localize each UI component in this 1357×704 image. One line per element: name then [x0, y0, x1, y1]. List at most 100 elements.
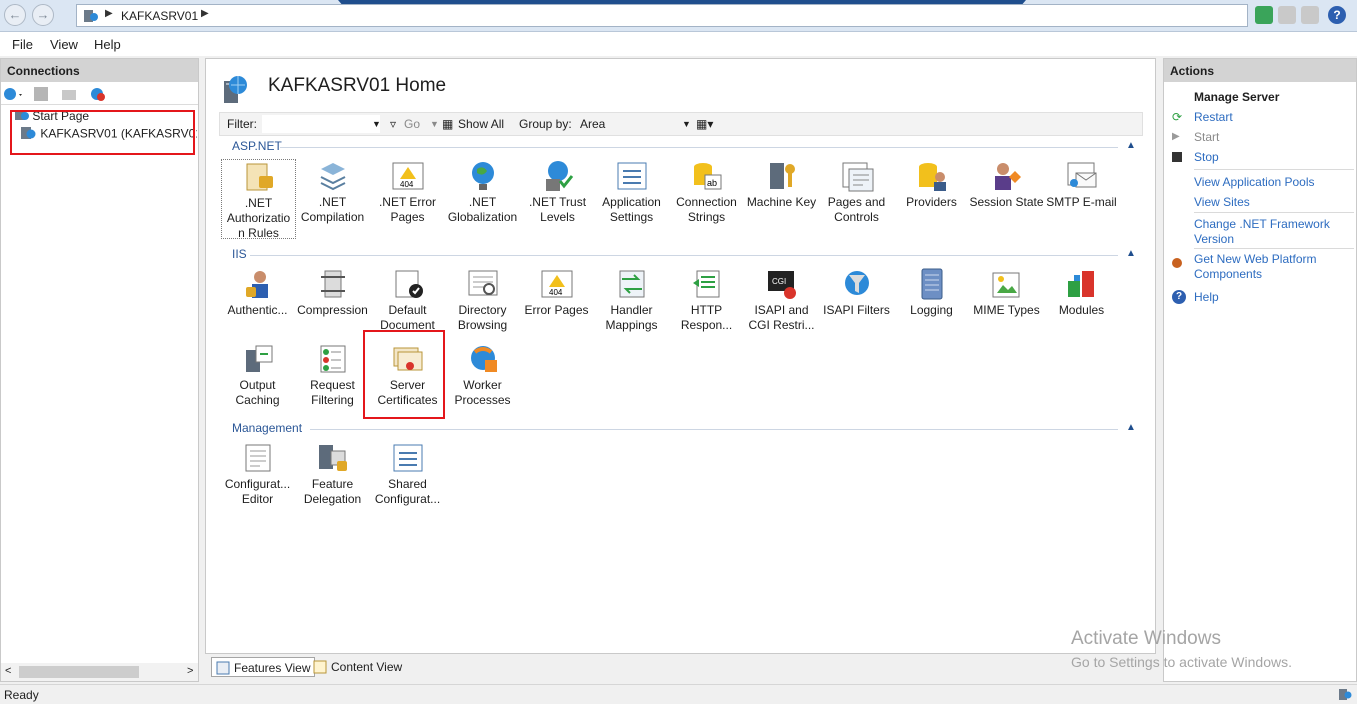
- feature-isapi-cgi-restrictions[interactable]: CGI ISAPI and CGI Restri...: [744, 267, 819, 333]
- feature-logging[interactable]: Logging: [894, 267, 969, 318]
- horizontal-scrollbar[interactable]: < >: [1, 663, 198, 681]
- feature-application-settings[interactable]: Application Settings: [594, 159, 669, 225]
- section-aspnet: ASP.NET: [232, 139, 282, 153]
- stop-icon: [1172, 152, 1182, 162]
- svg-text:ab: ab: [707, 178, 717, 188]
- collapse-aspnet-icon[interactable]: ▲: [1126, 140, 1136, 151]
- view-mode-icon[interactable]: ▦▾: [696, 117, 713, 131]
- group-by-select[interactable]: Area: [580, 117, 605, 131]
- directory-browsing-icon: [465, 267, 501, 301]
- feature-feature-delegation[interactable]: Feature Delegation: [295, 441, 370, 507]
- filter-input[interactable]: [262, 115, 380, 133]
- feature-output-caching[interactable]: Output Caching: [220, 342, 295, 408]
- start-icon: ▶: [1172, 131, 1180, 142]
- start-link[interactable]: Start: [1194, 130, 1219, 145]
- feature-http-response-headers[interactable]: HTTP Respon...: [669, 267, 744, 333]
- output-caching-icon: [240, 342, 276, 376]
- show-all-button[interactable]: Show All: [458, 117, 504, 131]
- stop-link[interactable]: Stop: [1194, 150, 1219, 165]
- scroll-right-icon[interactable]: >: [187, 665, 193, 677]
- group-by-dropdown-icon[interactable]: ▼: [682, 119, 691, 129]
- compression-icon: [315, 267, 351, 301]
- breadcrumb-server[interactable]: KAFKASRV01: [121, 9, 198, 23]
- feature-label: .NET Authorizatio n Rules: [226, 196, 291, 240]
- group-by-label: Group by:: [519, 117, 572, 131]
- menu-view[interactable]: View: [50, 37, 78, 52]
- help-link[interactable]: Help: [1194, 290, 1219, 305]
- feature-net-globalization[interactable]: .NET Globalization: [445, 159, 520, 225]
- help-icon[interactable]: ?: [1328, 6, 1346, 24]
- feature-net-error-pages[interactable]: 404 .NET Error Pages: [370, 159, 445, 225]
- feature-net-authorization-rules[interactable]: .NET Authorizatio n Rules: [221, 159, 296, 240]
- feature-error-pages[interactable]: 404 Error Pages: [519, 267, 594, 318]
- connect-icon[interactable]: [3, 86, 25, 105]
- feature-request-filtering[interactable]: Request Filtering: [295, 342, 370, 408]
- highlight-box: [363, 330, 445, 419]
- filter-dropdown-icon[interactable]: ▼: [372, 119, 381, 129]
- providers-icon: [914, 159, 950, 193]
- feature-label: Pages and Controls: [827, 195, 886, 224]
- scroll-thumb[interactable]: [19, 666, 139, 678]
- feature-smtp-email[interactable]: SMTP E-mail: [1044, 159, 1119, 210]
- forward-button[interactable]: →: [32, 4, 54, 26]
- collapse-management-icon[interactable]: ▲: [1126, 422, 1136, 433]
- breadcrumb-arrow-icon: ▶: [105, 8, 113, 19]
- collapse-iis-icon[interactable]: ▲: [1126, 248, 1136, 259]
- feature-shared-configuration[interactable]: Shared Configurat...: [370, 441, 445, 507]
- feature-providers[interactable]: Providers: [894, 159, 969, 210]
- activation-watermark-subtitle: Go to Settings to activate Windows.: [1071, 654, 1292, 670]
- home-icon[interactable]: [1301, 6, 1319, 24]
- feature-worker-processes[interactable]: Worker Processes: [445, 342, 520, 408]
- address-field[interactable]: ▶ KAFKASRV01 ▶: [76, 4, 1248, 27]
- feature-directory-browsing[interactable]: Directory Browsing: [445, 267, 520, 333]
- refresh-icon[interactable]: [1255, 6, 1273, 24]
- feature-net-trust-levels[interactable]: .NET Trust Levels: [520, 159, 595, 225]
- feature-label: Error Pages: [524, 303, 589, 317]
- menu-help[interactable]: Help: [94, 37, 121, 52]
- feature-label: Default Document: [380, 303, 435, 332]
- feature-configuration-editor[interactable]: Configurat... Editor: [220, 441, 295, 507]
- go-dropdown-icon[interactable]: ▼: [430, 119, 439, 129]
- filter-bar: Filter: ▼ ▿ Go ▼ ▦ Show All Group by: Ar…: [219, 112, 1143, 136]
- feature-machine-key[interactable]: Machine Key: [744, 159, 819, 210]
- feature-isapi-filters[interactable]: ISAPI Filters: [819, 267, 894, 318]
- change-net-framework-link[interactable]: Change .NET Framework Version: [1194, 217, 1344, 247]
- save-icon[interactable]: [33, 86, 49, 105]
- feature-mime-types[interactable]: MIME Types: [969, 267, 1044, 318]
- feature-handler-mappings[interactable]: Handler Mappings: [594, 267, 669, 333]
- get-web-platform-link[interactable]: Get New Web Platform Components: [1194, 252, 1344, 282]
- back-button[interactable]: ←: [4, 4, 26, 26]
- restart-link[interactable]: Restart: [1194, 110, 1233, 125]
- scroll-left-icon[interactable]: <: [5, 665, 11, 677]
- feature-label: Request Filtering: [310, 378, 355, 407]
- go-button[interactable]: Go: [404, 117, 420, 131]
- feature-connection-strings[interactable]: ab Connection Strings: [669, 159, 744, 225]
- section-iis: IIS: [232, 247, 247, 261]
- stop-icon[interactable]: [1278, 6, 1296, 24]
- view-sites-link[interactable]: View Sites: [1194, 195, 1250, 210]
- tab-features-view[interactable]: Features View: [211, 657, 316, 677]
- feature-net-compilation[interactable]: .NET Compilation: [295, 159, 370, 225]
- menu-file[interactable]: File: [12, 37, 33, 52]
- feature-label: Feature Delegation: [303, 477, 362, 506]
- globalization-icon: [465, 159, 501, 193]
- worker-processes-icon: [465, 342, 501, 376]
- shared-configuration-icon: [390, 441, 426, 475]
- up-icon[interactable]: [61, 86, 77, 105]
- smtp-email-icon: [1064, 159, 1100, 193]
- view-application-pools-link[interactable]: View Application Pools: [1194, 175, 1315, 190]
- feature-label: Modules: [1058, 303, 1105, 317]
- handler-mappings-icon: [614, 267, 650, 301]
- tab-content-view[interactable]: Content View: [309, 657, 406, 677]
- isapi-filters-icon: [839, 267, 875, 301]
- disconnect-icon[interactable]: [89, 86, 107, 105]
- tab-features-view-label: Features View: [234, 661, 311, 675]
- feature-default-document[interactable]: Default Document: [370, 267, 445, 333]
- connection-strings-icon: ab: [689, 159, 725, 193]
- feature-pages-and-controls[interactable]: Pages and Controls: [819, 159, 894, 225]
- feature-compression[interactable]: Compression: [295, 267, 370, 318]
- pages-controls-icon: [839, 159, 875, 193]
- feature-session-state[interactable]: Session State: [969, 159, 1044, 210]
- feature-authentication[interactable]: Authentic...: [220, 267, 295, 318]
- feature-modules[interactable]: Modules: [1044, 267, 1119, 318]
